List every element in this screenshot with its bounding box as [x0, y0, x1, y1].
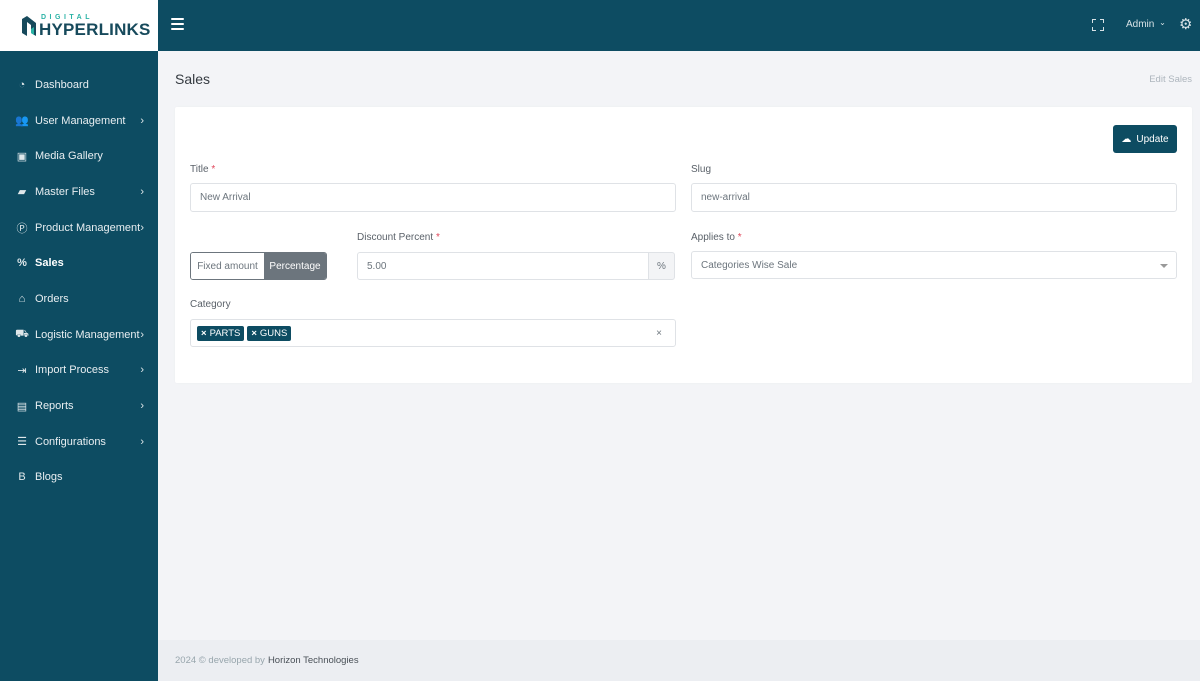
sidebar-item-label: Master Files [35, 185, 95, 198]
product-p-icon: Ⓟ [16, 222, 28, 235]
blog-icon: B [18, 471, 26, 484]
percent-icon: % [17, 257, 27, 270]
list-config-icon: ☰ [17, 436, 27, 449]
category-label: Category [190, 299, 231, 310]
fullscreen-icon[interactable] [1092, 19, 1104, 31]
logo[interactable]: DIGITAL HYPERLINKS [0, 0, 158, 51]
applies-to-value: Categories Wise Sale [701, 259, 798, 271]
image-gallery-icon: ▣ [16, 150, 28, 163]
sidebar-item-orders[interactable]: ⌂ Orders [0, 281, 158, 317]
chevron-right-icon: › [140, 364, 144, 377]
update-button[interactable]: ☁ Update [1113, 125, 1177, 153]
category-tag[interactable]: × PARTS [197, 325, 245, 341]
users-icon: 👥 [15, 115, 29, 128]
sidebar-item-product-management[interactable]: Ⓟ Product Management › [0, 210, 158, 246]
title-label: Title * [190, 164, 215, 175]
applies-label-text: Applies to [691, 232, 735, 243]
slug-input[interactable]: new-arrival [691, 183, 1177, 212]
sidebar-item-logistic-management[interactable]: ⛟ Logistic Management › [0, 317, 158, 353]
title-input[interactable]: New Arrival [190, 183, 676, 212]
sidebar-item-label: Dashboard [35, 78, 89, 91]
fixed-amount-option[interactable]: Fixed amount [191, 253, 264, 279]
footer-text: 2024 © developed by [175, 655, 265, 666]
chevron-down-icon: ⌄ [1159, 18, 1166, 27]
chevron-right-icon: › [140, 328, 144, 341]
applies-to-select[interactable]: Categories Wise Sale [691, 251, 1177, 279]
applies-to-label: Applies to * [691, 232, 742, 243]
sidebar-item-blogs[interactable]: B Blogs [0, 460, 158, 496]
chevron-right-icon: › [140, 400, 144, 413]
sidebar-item-label: Configurations [35, 435, 106, 448]
logo-mark-icon [21, 15, 37, 37]
cloud-upload-icon: ☁ [1121, 133, 1132, 145]
discount-percent-input[interactable]: 5.00 [357, 252, 649, 280]
footer-brand-link[interactable]: Horizon Technologies [268, 655, 359, 666]
menu-toggle-icon[interactable] [171, 18, 184, 30]
category-multiselect[interactable]: × PARTS × GUNS × [190, 319, 676, 347]
title-label-text: Title [190, 164, 209, 175]
sidebar-item-label: Media Gallery [35, 150, 103, 163]
page-title: Sales [175, 71, 211, 87]
discount-type-toggle: Fixed amount Percentage [190, 252, 327, 280]
required-mark: * [211, 164, 216, 175]
sidebar-item-label: Reports [35, 400, 74, 413]
tag-label: GUNS [259, 327, 288, 339]
discount-label-text: Discount Percent [357, 232, 434, 243]
sidebar-item-label: Import Process [35, 364, 109, 377]
logo-text-big: HYPERLINKS [39, 19, 151, 39]
sidebar-item-reports[interactable]: ▤ Reports › [0, 388, 158, 424]
sidebar-item-master-files[interactable]: ▰ Master Files › [0, 174, 158, 210]
discount-percent-label: Discount Percent * [357, 232, 440, 243]
sidebar-nav: ◔ Dashboard 👥 User Management › ▣ Media Galler… [0, 67, 158, 495]
file-report-icon: ▤ [16, 400, 28, 413]
discount-value: 5.00 [367, 260, 387, 272]
file-import-icon: ⇥ [17, 364, 27, 377]
required-mark: * [435, 232, 440, 243]
chevron-right-icon: › [140, 114, 144, 127]
title-input-value: New Arrival [200, 192, 251, 203]
sidebar-item-configurations[interactable]: ☰ Configurations › [0, 424, 158, 460]
folder-open-icon: ▰ [17, 186, 27, 199]
slug-input-value: new-arrival [701, 192, 750, 203]
chevron-right-icon: › [140, 435, 144, 448]
update-button-label: Update [1136, 133, 1169, 145]
category-tag[interactable]: × GUNS [247, 325, 292, 341]
sales-form-card: ☁ Update Title * New Arrival Slug new-ar… [175, 107, 1192, 383]
sidebar-item-label: Blogs [35, 471, 63, 484]
sidebar-item-label: Product Management [35, 221, 141, 234]
remove-tag-icon[interactable]: × [201, 328, 207, 339]
sidebar-item-sales[interactable]: % Sales [0, 245, 158, 281]
chevron-right-icon: › [140, 221, 144, 234]
sidebar: DIGITAL HYPERLINKS ◔ Dashboard 👥 User Manag… [0, 0, 158, 681]
remove-tag-icon[interactable]: × [251, 328, 257, 339]
footer: 2024 © developed by Horizon Technologies [158, 640, 1200, 681]
basket-icon: ⌂ [18, 292, 26, 305]
sidebar-item-label: Sales [35, 257, 64, 270]
gear-icon[interactable]: ⚙ [1179, 17, 1194, 32]
dashboard-icon: ◔ [18, 78, 26, 91]
sidebar-item-label: Orders [35, 292, 69, 305]
sidebar-item-user-management[interactable]: 👥 User Management › [0, 103, 158, 139]
required-mark: * [737, 232, 742, 243]
sidebar-item-media-gallery[interactable]: ▣ Media Gallery [0, 138, 158, 174]
tag-label: PARTS [209, 327, 241, 339]
topbar: Admin ⌄ ⚙ [158, 0, 1200, 51]
sidebar-item-dashboard[interactable]: ◔ Dashboard [0, 67, 158, 103]
sidebar-item-label: User Management [35, 114, 126, 127]
breadcrumb: Edit Sales [1149, 74, 1192, 85]
user-menu[interactable]: Admin ⌄ [1126, 18, 1166, 30]
percent-addon: % [648, 252, 675, 280]
percentage-option[interactable]: Percentage [264, 253, 326, 279]
clear-all-icon[interactable]: × [656, 328, 662, 339]
chevron-right-icon: › [140, 185, 144, 198]
sidebar-item-import-process[interactable]: ⇥ Import Process › [0, 353, 158, 389]
slug-label: Slug [691, 164, 712, 175]
caret-down-icon [1160, 264, 1168, 268]
sidebar-item-label: Logistic Management [35, 328, 140, 341]
user-name: Admin [1126, 19, 1155, 30]
truck-icon: ⛟ [15, 327, 29, 340]
